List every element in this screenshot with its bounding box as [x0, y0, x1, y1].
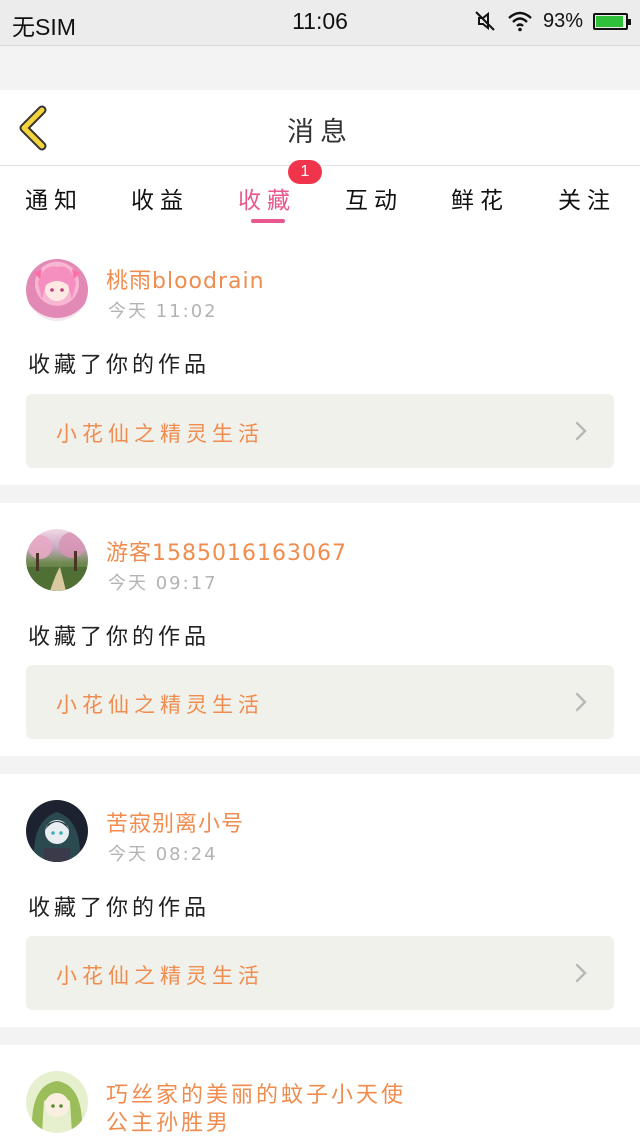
action-text: 收藏了你的作品 — [28, 353, 211, 378]
message-card: 苦寂别离小号 今天 08:24 收藏了你的作品 小花仙之精灵生活 — [0, 774, 640, 1027]
tab-follows[interactable]: 关注 — [537, 181, 637, 215]
timestamp: 今天 08:24 — [108, 844, 218, 865]
tab-interactions[interactable]: 互动 — [324, 181, 424, 215]
message-card: 桃雨bloodrain 今天 11:02 收藏了你的作品 小花仙之精灵生活 — [0, 231, 640, 485]
unread-badge: 1 — [288, 160, 322, 184]
mute-icon — [475, 11, 495, 31]
active-tab-indicator — [251, 219, 285, 223]
chevron-right-icon — [575, 963, 587, 983]
work-link[interactable]: 小花仙之精灵生活 — [26, 394, 614, 468]
card-separator — [0, 1027, 640, 1045]
battery-icon — [593, 12, 631, 30]
username-continued[interactable]: 公主孙胜男 — [106, 1105, 231, 1137]
avatar[interactable] — [26, 529, 88, 591]
work-link[interactable]: 小花仙之精灵生活 — [26, 665, 614, 739]
card-separator — [0, 485, 640, 503]
card-separator — [0, 756, 640, 774]
work-title: 小花仙之精灵生活 — [56, 964, 264, 988]
message-card: 游客1585016163067 今天 09:17 收藏了你的作品 小花仙之精灵生… — [0, 503, 640, 756]
avatar-illustration — [26, 532, 88, 591]
avatar[interactable] — [26, 259, 88, 321]
action-text: 收藏了你的作品 — [28, 896, 211, 921]
avatar-illustration — [31, 1081, 83, 1133]
username[interactable]: 苦寂别离小号 — [106, 806, 244, 838]
tab-notifications[interactable]: 通知 — [4, 181, 104, 215]
status-icons: 93% — [473, 9, 631, 33]
status-bar: 无SIM 11:06 93% — [0, 0, 640, 46]
work-link[interactable]: 小花仙之精灵生活 — [26, 936, 614, 1010]
work-title: 小花仙之精灵生活 — [56, 693, 264, 717]
avatar[interactable] — [26, 800, 88, 862]
tab-flowers[interactable]: 鲜花 — [430, 181, 530, 215]
header-bar: 消息 — [0, 90, 640, 166]
action-text: 收藏了你的作品 — [28, 625, 211, 650]
header-spacer — [0, 46, 640, 90]
username[interactable]: 桃雨bloodrain — [106, 263, 265, 295]
avatar-illustration — [33, 812, 81, 862]
work-title: 小花仙之精灵生活 — [56, 422, 264, 446]
username[interactable]: 游客1585016163067 — [106, 535, 347, 567]
chevron-right-icon — [575, 692, 587, 712]
page-title: 消息 — [287, 117, 353, 148]
tab-favorites[interactable]: 收藏 — [217, 181, 317, 215]
battery-level-fill — [596, 15, 623, 27]
timestamp: 今天 11:02 — [108, 301, 218, 322]
wifi-icon — [508, 11, 532, 32]
avatar-illustration — [34, 266, 80, 301]
tab-earnings[interactable]: 收益 — [110, 181, 210, 215]
chevron-right-icon — [575, 421, 587, 441]
avatar[interactable] — [26, 1071, 88, 1133]
battery-percent: 93% — [542, 9, 583, 32]
message-card: 巧丝家的美丽的蚊子小天使 公主孙胜男 — [0, 1045, 640, 1138]
timestamp: 今天 09:17 — [108, 573, 218, 594]
